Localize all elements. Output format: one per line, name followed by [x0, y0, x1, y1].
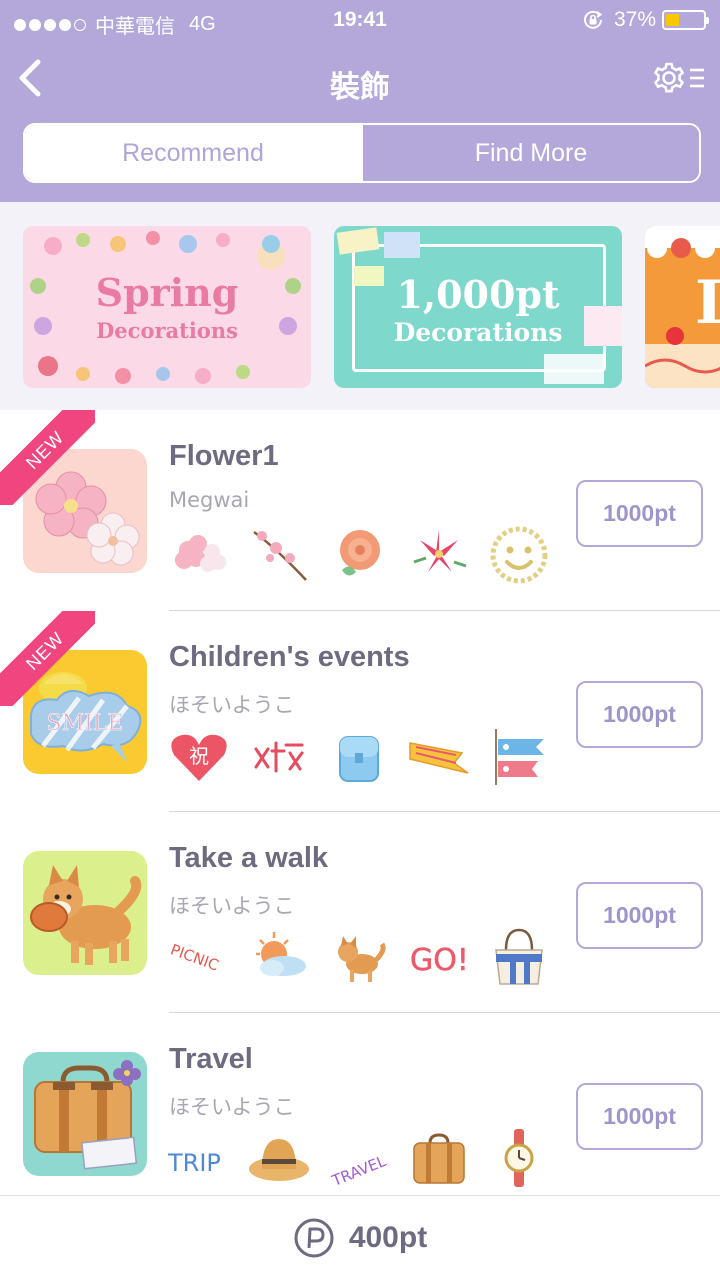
travel-text-sticker-icon: TRAVEL	[329, 1152, 390, 1190]
school-backpack-sticker-icon	[339, 736, 379, 782]
new-badge-label: NEW	[0, 611, 95, 706]
banner-title: 1,000pt	[396, 272, 560, 317]
pack-author: ほそいようこ	[169, 693, 295, 717]
carp-streamer-sticker-icon	[495, 729, 544, 785]
points-balance-bar: 400pt	[0, 1195, 720, 1280]
svg-text:TRIP: TRIP	[167, 1149, 221, 1177]
rose-sticker-icon	[340, 530, 380, 576]
settings-icon[interactable]	[652, 56, 706, 100]
list-item[interactable]: Take a walk ほそいようこ PICNIC GO! 1000pt	[0, 812, 720, 1013]
sticker-previews: PICNIC GO!	[166, 924, 566, 994]
go-text-sticker-icon: GO!	[410, 943, 469, 979]
tab-find-more[interactable]: Find More	[361, 125, 699, 181]
price-button[interactable]: 1000pt	[576, 480, 703, 547]
list-item[interactable]: NEW SMILE Children's events ほそいようこ 祝 100…	[0, 611, 720, 812]
heart-celebration-sticker-icon: 祝	[171, 734, 227, 781]
battery-fill	[666, 14, 679, 26]
list-item[interactable]: Travel ほそいようこ TRIP TRAVEL 1000pt	[0, 1013, 720, 1195]
banner-title: Spring	[95, 270, 239, 315]
svg-text:祝: 祝	[189, 744, 209, 768]
pack-thumbnail	[23, 851, 147, 975]
status-bar: 中華電信 4G 19:41 37%	[0, 0, 720, 40]
rotation-lock-icon	[584, 10, 603, 29]
svg-text:GO!: GO!	[410, 943, 469, 978]
pack-title: Flower1	[169, 440, 279, 472]
cherry-blossom-sticker-icon	[175, 535, 226, 572]
pack-author: ほそいようこ	[169, 894, 295, 918]
price-button[interactable]: 1000pt	[576, 882, 703, 949]
price-button[interactable]: 1000pt	[576, 1083, 703, 1150]
banner-1000pt-decorations[interactable]: 1,000pt Decorations	[334, 226, 622, 388]
segmented-control: Recommend Find More	[23, 123, 701, 183]
svg-text:PICNIC: PICNIC	[168, 941, 221, 975]
new-badge: NEW	[0, 611, 95, 706]
wristwatch-sticker-icon	[504, 1129, 534, 1187]
sticker-previews: TRIP TRAVEL	[166, 1125, 566, 1195]
lily-sticker-icon	[413, 530, 467, 572]
entrance-text-sticker-icon	[254, 741, 304, 773]
shiba-dog-icon	[30, 865, 142, 965]
sticker-previews	[166, 522, 566, 592]
points-p-icon	[294, 1218, 334, 1258]
new-badge: NEW	[0, 410, 95, 505]
pack-title: Travel	[169, 1043, 253, 1075]
sticker-previews: 祝	[166, 723, 566, 793]
decoration-list: NEW Flower1 Megwai 1000pt NEW SMILE Chil…	[0, 410, 720, 1195]
svg-text:SMILE: SMILE	[47, 711, 124, 736]
nav-bar: 裝飾	[0, 40, 720, 120]
shiba-sticker-icon	[338, 936, 386, 982]
banner-subtitle: Decorations	[393, 318, 563, 347]
banner-subtitle: Decorations	[96, 318, 238, 343]
new-badge-label: NEW	[0, 410, 95, 505]
price-button[interactable]: 1000pt	[576, 681, 703, 748]
banner-spring-decorations[interactable]: Spring Decorations	[23, 226, 311, 388]
tote-bag-sticker-icon	[495, 928, 543, 985]
picnic-text-sticker-icon: PICNIC	[168, 941, 221, 975]
svg-text:TRAVEL: TRAVEL	[329, 1152, 390, 1190]
pack-title: Children's events	[169, 641, 410, 673]
pack-title: Take a walk	[169, 842, 329, 874]
suitcase-icon	[34, 1060, 141, 1170]
smiley-face-sticker-icon	[490, 526, 548, 584]
banner-partial[interactable]: D	[645, 226, 720, 388]
tab-recommend[interactable]: Recommend	[25, 125, 361, 181]
pack-author: ほそいようこ	[169, 1095, 295, 1119]
straw-hat-sticker-icon	[249, 1139, 309, 1181]
status-right: 37%	[582, 8, 709, 32]
battery-percent: 37%	[613, 8, 656, 31]
banner-carousel[interactable]: Spring Decorations 1,000pt Decorations D	[0, 202, 720, 410]
blossom-branch-sticker-icon	[253, 530, 307, 581]
pack-thumbnail	[23, 1052, 147, 1176]
battery-icon	[662, 10, 709, 30]
list-item[interactable]: NEW Flower1 Megwai 1000pt	[0, 410, 720, 611]
suitcase-sticker-icon	[413, 1133, 465, 1184]
sun-cloud-sticker-icon	[256, 932, 306, 976]
trip-text-sticker-icon: TRIP	[167, 1149, 221, 1177]
arrow-pennant-sticker-icon	[409, 742, 469, 774]
pack-author: Megwai	[169, 488, 250, 512]
banner-title: D	[695, 268, 720, 338]
header: 中華電信 4G 19:41 37% 裝飾 Recommend Find More	[0, 0, 720, 202]
points-balance: 400pt	[348, 1221, 428, 1254]
page-title: 裝飾	[330, 70, 390, 105]
